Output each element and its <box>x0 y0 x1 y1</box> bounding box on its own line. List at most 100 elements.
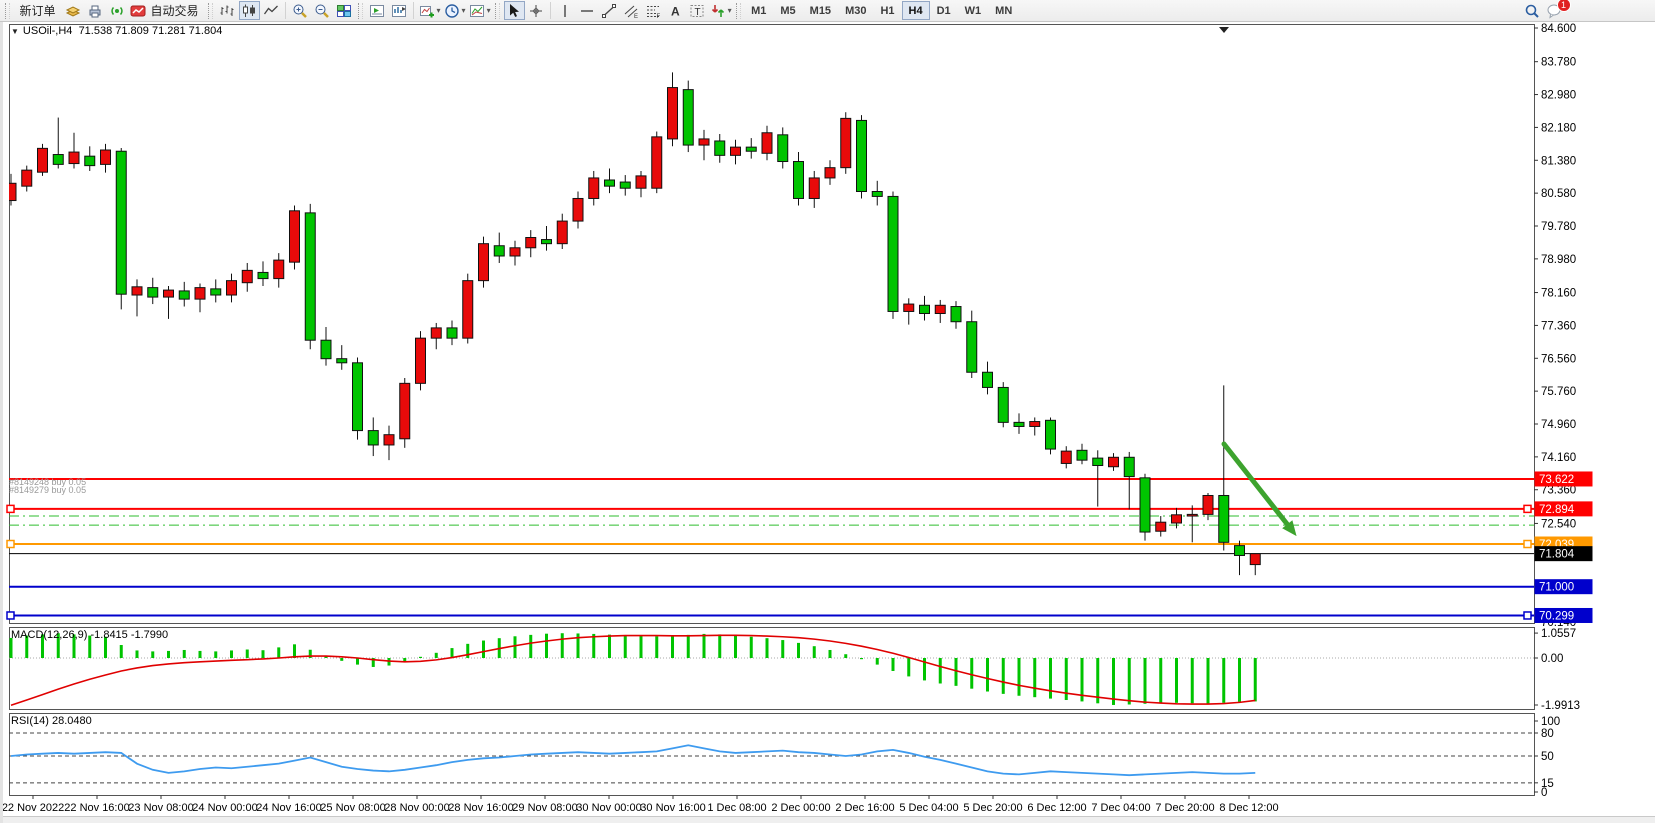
fibonacci-icon: F <box>645 3 661 19</box>
line-handle[interactable] <box>1524 541 1531 548</box>
profile-button[interactable] <box>63 1 84 20</box>
line-handle[interactable] <box>7 612 14 619</box>
window-bottom-edge <box>3 816 1655 823</box>
toolbar-grip[interactable] <box>495 3 500 19</box>
broadcast-button[interactable] <box>107 1 128 20</box>
time-label: 5 Dec 04:00 <box>899 802 958 814</box>
new-chart-button[interactable] <box>367 1 388 20</box>
crosshair-button[interactable] <box>526 1 547 20</box>
zoom-in-button[interactable] <box>290 1 311 20</box>
timeframe-button-M30[interactable]: M30 <box>838 1 873 20</box>
text-button[interactable]: A <box>665 1 686 20</box>
vertical-line-button[interactable] <box>555 1 576 20</box>
timeframe-button-W1[interactable]: W1 <box>958 1 989 20</box>
order-label: #8149279 buy 0.05 <box>9 486 86 494</box>
time-label: 23 Nov 08:00 <box>128 802 193 814</box>
timeframe-button-H4[interactable]: H4 <box>902 1 930 20</box>
svg-text:E: E <box>634 14 638 19</box>
period-button[interactable]: ▾ <box>443 1 467 20</box>
channel-button[interactable]: E <box>621 1 642 20</box>
candlestick-chart-button[interactable] <box>239 1 260 20</box>
chart-shift-icon <box>391 3 407 19</box>
trendline-button[interactable] <box>599 1 620 20</box>
notifications-button[interactable]: 1 <box>1544 1 1565 20</box>
time-label: 28 Nov 00:00 <box>384 802 449 814</box>
chart-window: 84.60083.78082.98082.18081.38080.58079.7… <box>0 22 1655 823</box>
price-tick-label: 79.780 <box>1541 221 1576 233</box>
rsi-tick-label: 100 <box>1541 716 1560 728</box>
timeframe-button-M5[interactable]: M5 <box>773 1 802 20</box>
tile-windows-button[interactable] <box>334 1 355 20</box>
channel-icon: E <box>623 3 639 19</box>
price-tick-label: 72.540 <box>1541 518 1576 530</box>
symbol-dropdown-icon[interactable]: ▼ <box>11 27 19 36</box>
time-label: 22 Nov 2022 <box>3 802 64 814</box>
cursor-button[interactable] <box>504 1 525 20</box>
price-badge-label: 71.000 <box>1539 582 1574 594</box>
chart-shift-button[interactable] <box>389 1 410 20</box>
pane-border <box>10 628 1535 710</box>
zoom-in-icon <box>292 3 308 19</box>
price-badge-label: 70.299 <box>1539 610 1574 622</box>
timeframe-button-MN[interactable]: MN <box>988 1 1019 20</box>
svg-text:T: T <box>695 7 701 18</box>
line-handle[interactable] <box>1524 612 1531 619</box>
trendline-icon <box>601 3 617 19</box>
add-indicator-button[interactable]: ▾ <box>418 1 442 20</box>
time-label: 7 Dec 20:00 <box>1155 802 1214 814</box>
time-label: 1 Dec 08:00 <box>707 802 766 814</box>
tile-windows-icon <box>336 3 352 19</box>
timeframe-button-M1[interactable]: M1 <box>744 1 773 20</box>
autotrading-label: 自动交易 <box>146 2 204 19</box>
time-label: 22 Nov 16:00 <box>64 802 129 814</box>
candles-layer <box>6 72 1260 575</box>
time-label: 30 Nov 16:00 <box>640 802 705 814</box>
chart-canvas[interactable]: 84.60083.78082.98082.18081.38080.58079.7… <box>3 22 1655 823</box>
bar-chart-button[interactable] <box>217 1 238 20</box>
search-button[interactable] <box>1522 1 1543 20</box>
symbol-period-label: USOil-,H4 <box>23 25 73 37</box>
line-handle[interactable] <box>7 505 14 512</box>
timeframe-button-M15[interactable]: M15 <box>803 1 838 20</box>
print-button[interactable] <box>85 1 106 20</box>
toolbar-grip[interactable] <box>358 3 363 19</box>
crosshair-icon <box>528 3 544 19</box>
dropdown-arrow-icon: ▾ <box>728 6 732 15</box>
price-badge-label: 71.804 <box>1539 549 1575 561</box>
time-marker-icon <box>1219 27 1229 33</box>
search-icon <box>1524 3 1540 19</box>
template-icon <box>469 3 485 19</box>
price-tick-label: 82.180 <box>1541 122 1576 134</box>
time-label: 6 Dec 12:00 <box>1027 802 1086 814</box>
line-chart-icon <box>263 3 279 19</box>
line-handle[interactable] <box>1524 505 1531 512</box>
timeframe-button-H1[interactable]: H1 <box>873 1 901 20</box>
rsi-tick-label: 50 <box>1541 751 1554 763</box>
new-order-button[interactable]: 新订单 <box>14 1 62 20</box>
notification-badge: 1 <box>1557 0 1571 12</box>
horizontal-line-icon <box>579 3 595 19</box>
ohlc-values: 71.538 71.809 71.281 71.804 <box>79 25 223 37</box>
horizontal-line-button[interactable] <box>577 1 598 20</box>
line-handle[interactable] <box>7 541 14 548</box>
text-label-icon: T <box>689 3 705 19</box>
price-tick-label: 84.600 <box>1541 23 1576 35</box>
timeframe-button-D1[interactable]: D1 <box>930 1 958 20</box>
autotrading-button[interactable]: 自动交易 <box>129 1 205 20</box>
timeframe-group: M1M5M15M30H1H4D1W1MN <box>744 1 1019 20</box>
line-chart-button[interactable] <box>261 1 282 20</box>
autotrading-icon <box>130 3 146 19</box>
dropdown-arrow-icon: ▾ <box>437 6 441 15</box>
toolbar-grip[interactable] <box>5 3 10 19</box>
macd-values: -1.8415 -1.7990 <box>90 629 168 641</box>
fibonacci-button[interactable]: F <box>643 1 664 20</box>
template-button[interactable]: ▾ <box>468 1 492 20</box>
dropdown-arrow-icon: ▾ <box>487 6 491 15</box>
arrows-button[interactable]: ▾ <box>709 1 733 20</box>
text-label-button[interactable]: T <box>687 1 708 20</box>
toolbar-grip[interactable] <box>736 3 741 19</box>
price-axis: 84.60083.78082.98082.18081.38080.58079.7… <box>1534 23 1580 799</box>
toolbar-grip[interactable] <box>208 3 213 19</box>
zoom-out-button[interactable] <box>312 1 333 20</box>
price-tick-label: 83.780 <box>1541 57 1576 69</box>
